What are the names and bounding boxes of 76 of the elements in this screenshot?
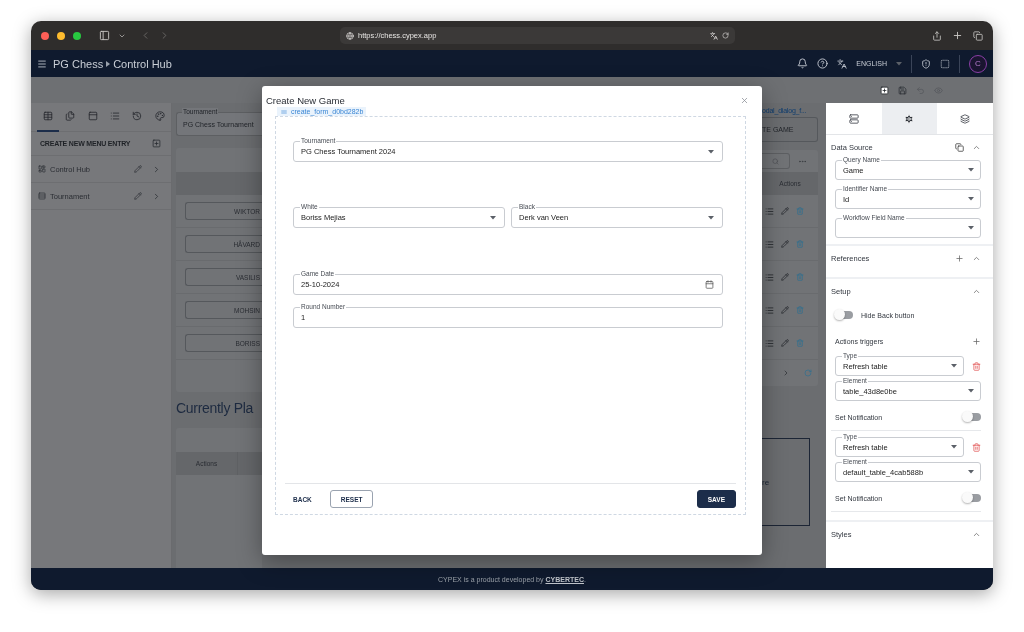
- caret-icon: [968, 197, 974, 201]
- window-icon[interactable]: [940, 58, 950, 69]
- drag-handle-icon: [280, 107, 288, 116]
- breadcrumb-item[interactable]: PG Chess: [53, 57, 104, 70]
- breadcrumb-item[interactable]: Control Hub: [113, 57, 172, 70]
- list-icon[interactable]: [765, 338, 774, 348]
- add-icon[interactable]: [880, 85, 889, 95]
- globe-icon: [346, 31, 354, 40]
- calendar-icon[interactable]: [705, 280, 714, 289]
- share-icon[interactable]: [932, 30, 942, 41]
- panel-icon: [87, 111, 98, 121]
- panel-tab[interactable]: [881, 103, 938, 134]
- separator-icon: [106, 60, 111, 67]
- close-light[interactable]: [41, 31, 49, 40]
- chevron-up-icon[interactable]: [972, 254, 981, 263]
- help-icon[interactable]: [817, 58, 829, 69]
- list-icon: [110, 111, 121, 121]
- history-icon: [132, 111, 143, 121]
- caret-icon: [968, 470, 974, 474]
- bell-icon[interactable]: [797, 58, 809, 69]
- chevron-right-icon[interactable]: [152, 191, 161, 201]
- caret-icon: [896, 61, 902, 66]
- user-avatar[interactable]: C: [969, 54, 987, 73]
- list-icon[interactable]: [765, 305, 774, 315]
- palette-icon: [154, 111, 165, 121]
- close-button[interactable]: [740, 95, 749, 105]
- chevron-right-icon[interactable]: [152, 164, 161, 174]
- pencil-icon[interactable]: [781, 207, 789, 215]
- layers-icon: [960, 113, 971, 124]
- caret-icon: [490, 215, 496, 220]
- sidebar-icon[interactable]: [99, 30, 110, 41]
- toggle-switch[interactable]: [963, 413, 981, 421]
- minimize-light[interactable]: [57, 31, 65, 40]
- pencil-icon[interactable]: [134, 165, 142, 173]
- chevron-up-icon[interactable]: [972, 530, 981, 539]
- menu-icon[interactable]: [37, 58, 47, 69]
- rows-icon: [848, 113, 859, 124]
- section-heading: Currently Pla: [176, 400, 254, 418]
- caret-icon: [951, 364, 957, 368]
- caret-icon: [708, 149, 714, 154]
- trash-icon[interactable]: [972, 361, 981, 371]
- list-icon: [38, 192, 46, 200]
- translate-icon[interactable]: [837, 58, 848, 69]
- files-icon: [65, 111, 76, 121]
- toggle-switch[interactable]: [963, 494, 981, 502]
- chevron-up-icon[interactable]: [972, 287, 981, 296]
- toggle-switch[interactable]: [835, 311, 853, 319]
- caret-icon: [968, 168, 974, 172]
- chevron-right-icon[interactable]: [782, 369, 790, 377]
- pencil-icon[interactable]: [134, 192, 142, 200]
- save-icon[interactable]: [898, 85, 907, 95]
- copy-icon[interactable]: [955, 143, 964, 152]
- shield-icon[interactable]: [921, 58, 931, 69]
- caret-icon: [951, 445, 957, 449]
- zoom-light[interactable]: [73, 31, 81, 40]
- reload-icon[interactable]: [722, 32, 729, 39]
- pencil-icon[interactable]: [781, 339, 789, 347]
- new-tab-icon[interactable]: [952, 30, 963, 41]
- list-icon[interactable]: [765, 206, 774, 216]
- caret-icon: [968, 226, 974, 230]
- list-icon[interactable]: [765, 272, 774, 282]
- pencil-icon[interactable]: [781, 240, 789, 248]
- translate-icon[interactable]: [710, 31, 718, 40]
- dashboard-icon: [38, 165, 46, 173]
- caret-icon: [708, 215, 714, 220]
- search-icon: [772, 157, 779, 165]
- caret-icon: [968, 389, 974, 393]
- table-icon: [43, 111, 54, 121]
- chevron-up-icon[interactable]: [972, 143, 981, 152]
- pencil-icon[interactable]: [781, 306, 789, 314]
- dialog-title: Create New Game: [266, 94, 345, 106]
- pencil-icon[interactable]: [781, 273, 789, 281]
- tabs-icon[interactable]: [973, 30, 983, 41]
- settings-icon: [904, 113, 915, 124]
- list-icon[interactable]: [765, 239, 774, 249]
- trash-icon[interactable]: [972, 442, 981, 452]
